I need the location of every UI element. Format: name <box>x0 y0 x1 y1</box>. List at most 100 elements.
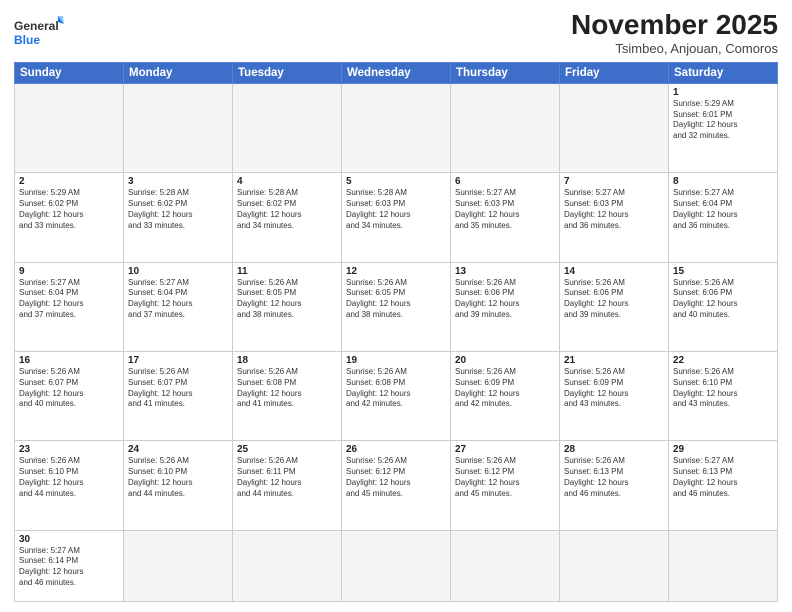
table-row <box>124 530 233 601</box>
day-info: Sunrise: 5:26 AM Sunset: 6:09 PM Dayligh… <box>455 367 555 410</box>
table-row: 30Sunrise: 5:27 AM Sunset: 6:14 PM Dayli… <box>15 530 124 601</box>
day-number: 4 <box>237 176 337 187</box>
table-row <box>560 530 669 601</box>
table-row <box>124 83 233 172</box>
week-row-0: 1Sunrise: 5:29 AM Sunset: 6:01 PM Daylig… <box>15 83 778 172</box>
day-info: Sunrise: 5:27 AM Sunset: 6:03 PM Dayligh… <box>564 188 664 231</box>
day-number: 2 <box>19 176 119 187</box>
day-number: 28 <box>564 444 664 455</box>
week-row-4: 23Sunrise: 5:26 AM Sunset: 6:10 PM Dayli… <box>15 441 778 530</box>
day-number: 11 <box>237 266 337 277</box>
table-row: 29Sunrise: 5:27 AM Sunset: 6:13 PM Dayli… <box>669 441 778 530</box>
day-info: Sunrise: 5:26 AM Sunset: 6:06 PM Dayligh… <box>673 278 773 321</box>
day-number: 26 <box>346 444 446 455</box>
day-info: Sunrise: 5:26 AM Sunset: 6:12 PM Dayligh… <box>455 456 555 499</box>
table-row: 24Sunrise: 5:26 AM Sunset: 6:10 PM Dayli… <box>124 441 233 530</box>
day-info: Sunrise: 5:26 AM Sunset: 6:05 PM Dayligh… <box>346 278 446 321</box>
day-info: Sunrise: 5:28 AM Sunset: 6:02 PM Dayligh… <box>128 188 228 231</box>
day-number: 14 <box>564 266 664 277</box>
day-number: 27 <box>455 444 555 455</box>
col-monday: Monday <box>124 62 233 83</box>
week-row-1: 2Sunrise: 5:29 AM Sunset: 6:02 PM Daylig… <box>15 173 778 262</box>
col-tuesday: Tuesday <box>233 62 342 83</box>
week-row-2: 9Sunrise: 5:27 AM Sunset: 6:04 PM Daylig… <box>15 262 778 351</box>
day-number: 20 <box>455 355 555 366</box>
day-info: Sunrise: 5:26 AM Sunset: 6:11 PM Dayligh… <box>237 456 337 499</box>
day-number: 9 <box>19 266 119 277</box>
table-row <box>342 530 451 601</box>
table-row: 17Sunrise: 5:26 AM Sunset: 6:07 PM Dayli… <box>124 351 233 440</box>
table-row: 13Sunrise: 5:26 AM Sunset: 6:06 PM Dayli… <box>451 262 560 351</box>
day-info: Sunrise: 5:26 AM Sunset: 6:05 PM Dayligh… <box>237 278 337 321</box>
day-number: 6 <box>455 176 555 187</box>
day-number: 12 <box>346 266 446 277</box>
table-row: 3Sunrise: 5:28 AM Sunset: 6:02 PM Daylig… <box>124 173 233 262</box>
table-row: 7Sunrise: 5:27 AM Sunset: 6:03 PM Daylig… <box>560 173 669 262</box>
table-row <box>669 530 778 601</box>
day-info: Sunrise: 5:26 AM Sunset: 6:10 PM Dayligh… <box>673 367 773 410</box>
table-row: 12Sunrise: 5:26 AM Sunset: 6:05 PM Dayli… <box>342 262 451 351</box>
table-row: 16Sunrise: 5:26 AM Sunset: 6:07 PM Dayli… <box>15 351 124 440</box>
day-number: 24 <box>128 444 228 455</box>
day-number: 10 <box>128 266 228 277</box>
table-row: 9Sunrise: 5:27 AM Sunset: 6:04 PM Daylig… <box>15 262 124 351</box>
day-info: Sunrise: 5:27 AM Sunset: 6:04 PM Dayligh… <box>19 278 119 321</box>
page: General Blue November 2025 Tsimbeo, Anjo… <box>0 0 792 612</box>
table-row: 15Sunrise: 5:26 AM Sunset: 6:06 PM Dayli… <box>669 262 778 351</box>
calendar-table: Sunday Monday Tuesday Wednesday Thursday… <box>14 62 778 602</box>
day-info: Sunrise: 5:28 AM Sunset: 6:03 PM Dayligh… <box>346 188 446 231</box>
table-row <box>560 83 669 172</box>
table-row <box>233 530 342 601</box>
table-row: 20Sunrise: 5:26 AM Sunset: 6:09 PM Dayli… <box>451 351 560 440</box>
week-row-3: 16Sunrise: 5:26 AM Sunset: 6:07 PM Dayli… <box>15 351 778 440</box>
day-info: Sunrise: 5:27 AM Sunset: 6:03 PM Dayligh… <box>455 188 555 231</box>
calendar-title: November 2025 <box>571 10 778 41</box>
day-number: 22 <box>673 355 773 366</box>
day-info: Sunrise: 5:26 AM Sunset: 6:06 PM Dayligh… <box>564 278 664 321</box>
table-row: 25Sunrise: 5:26 AM Sunset: 6:11 PM Dayli… <box>233 441 342 530</box>
day-number: 17 <box>128 355 228 366</box>
day-number: 8 <box>673 176 773 187</box>
table-row <box>15 83 124 172</box>
day-number: 13 <box>455 266 555 277</box>
day-info: Sunrise: 5:27 AM Sunset: 6:14 PM Dayligh… <box>19 546 119 589</box>
day-number: 7 <box>564 176 664 187</box>
title-block: November 2025 Tsimbeo, Anjouan, Comoros <box>571 10 778 56</box>
table-row: 26Sunrise: 5:26 AM Sunset: 6:12 PM Dayli… <box>342 441 451 530</box>
day-info: Sunrise: 5:26 AM Sunset: 6:07 PM Dayligh… <box>19 367 119 410</box>
day-number: 25 <box>237 444 337 455</box>
table-row: 21Sunrise: 5:26 AM Sunset: 6:09 PM Dayli… <box>560 351 669 440</box>
day-number: 29 <box>673 444 773 455</box>
day-info: Sunrise: 5:26 AM Sunset: 6:10 PM Dayligh… <box>19 456 119 499</box>
col-saturday: Saturday <box>669 62 778 83</box>
day-info: Sunrise: 5:27 AM Sunset: 6:04 PM Dayligh… <box>673 188 773 231</box>
logo: General Blue <box>14 14 64 52</box>
table-row: 22Sunrise: 5:26 AM Sunset: 6:10 PM Dayli… <box>669 351 778 440</box>
col-wednesday: Wednesday <box>342 62 451 83</box>
calendar-header-row: Sunday Monday Tuesday Wednesday Thursday… <box>15 62 778 83</box>
day-number: 15 <box>673 266 773 277</box>
table-row <box>233 83 342 172</box>
table-row: 4Sunrise: 5:28 AM Sunset: 6:02 PM Daylig… <box>233 173 342 262</box>
table-row: 28Sunrise: 5:26 AM Sunset: 6:13 PM Dayli… <box>560 441 669 530</box>
day-info: Sunrise: 5:26 AM Sunset: 6:13 PM Dayligh… <box>564 456 664 499</box>
week-row-5: 30Sunrise: 5:27 AM Sunset: 6:14 PM Dayli… <box>15 530 778 601</box>
table-row: 2Sunrise: 5:29 AM Sunset: 6:02 PM Daylig… <box>15 173 124 262</box>
table-row <box>451 530 560 601</box>
day-number: 19 <box>346 355 446 366</box>
day-number: 23 <box>19 444 119 455</box>
day-number: 30 <box>19 534 119 545</box>
day-info: Sunrise: 5:26 AM Sunset: 6:08 PM Dayligh… <box>237 367 337 410</box>
col-sunday: Sunday <box>15 62 124 83</box>
day-info: Sunrise: 5:26 AM Sunset: 6:12 PM Dayligh… <box>346 456 446 499</box>
table-row: 23Sunrise: 5:26 AM Sunset: 6:10 PM Dayli… <box>15 441 124 530</box>
day-number: 18 <box>237 355 337 366</box>
table-row: 6Sunrise: 5:27 AM Sunset: 6:03 PM Daylig… <box>451 173 560 262</box>
col-friday: Friday <box>560 62 669 83</box>
svg-text:General: General <box>14 19 59 33</box>
table-row: 18Sunrise: 5:26 AM Sunset: 6:08 PM Dayli… <box>233 351 342 440</box>
table-row: 1Sunrise: 5:29 AM Sunset: 6:01 PM Daylig… <box>669 83 778 172</box>
table-row: 10Sunrise: 5:27 AM Sunset: 6:04 PM Dayli… <box>124 262 233 351</box>
day-info: Sunrise: 5:27 AM Sunset: 6:13 PM Dayligh… <box>673 456 773 499</box>
table-row: 5Sunrise: 5:28 AM Sunset: 6:03 PM Daylig… <box>342 173 451 262</box>
